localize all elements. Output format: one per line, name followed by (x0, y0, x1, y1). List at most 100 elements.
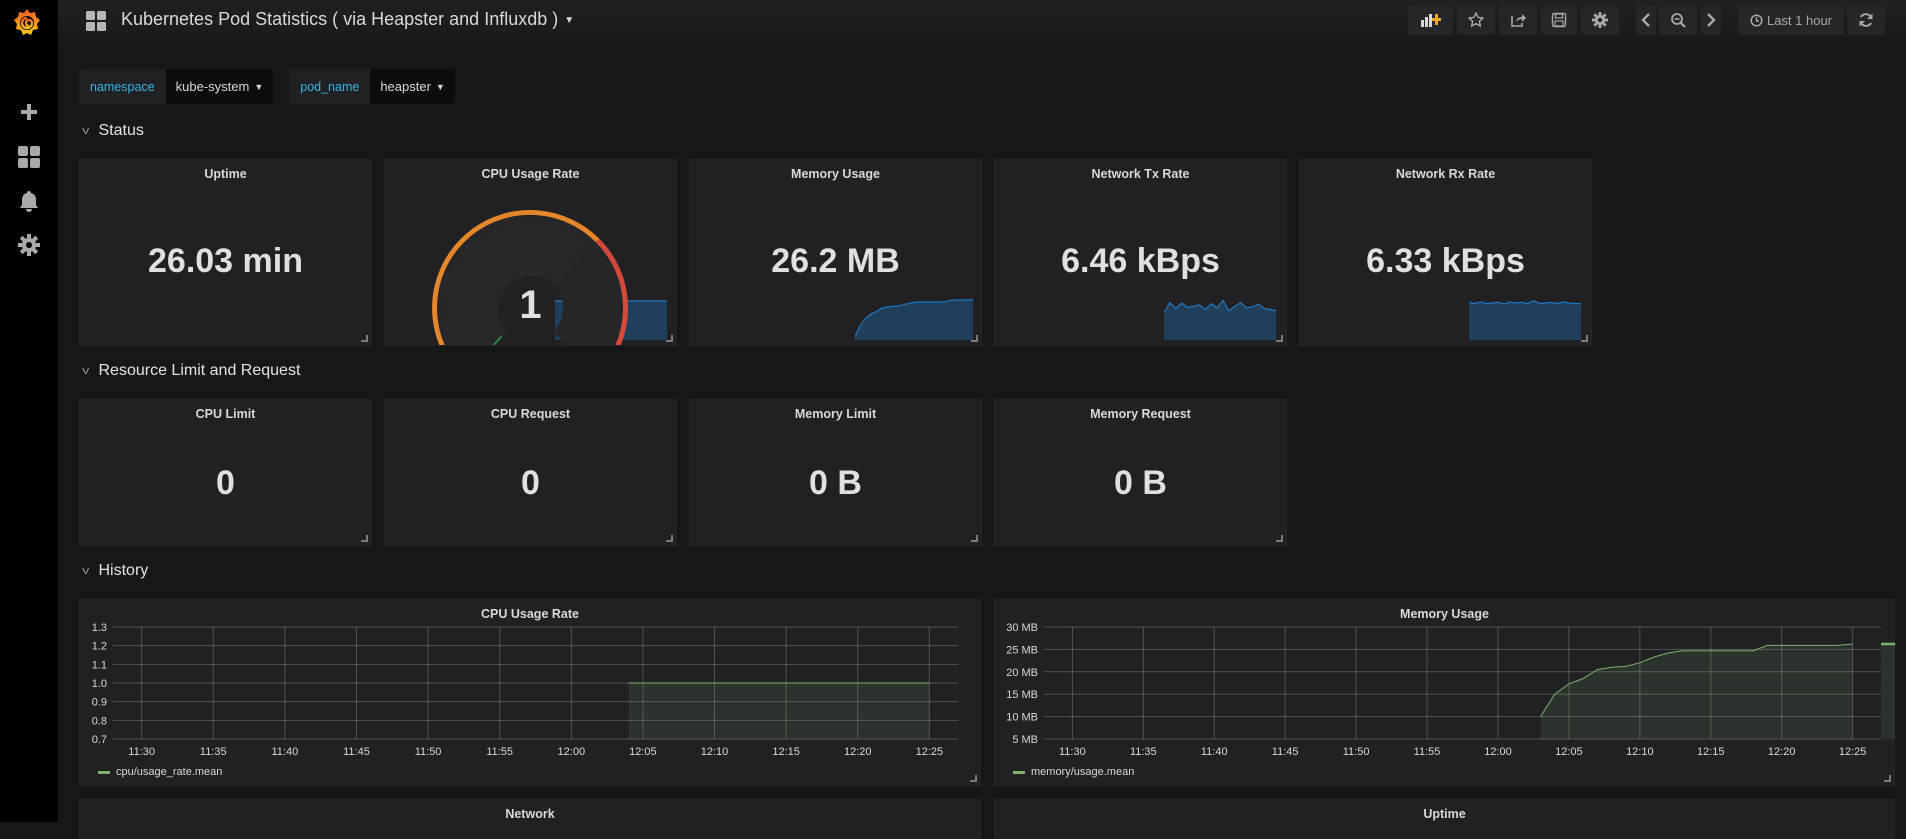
x-tick-label: 11:35 (200, 746, 227, 758)
clock-icon (1750, 14, 1763, 27)
x-tick-label: 12:15 (1697, 746, 1725, 758)
x-tick-label: 11:50 (415, 746, 442, 758)
pod-name-select[interactable]: heapster▼ (370, 69, 455, 104)
variable-label: namespace (79, 69, 166, 104)
settings-button[interactable] (1581, 5, 1619, 35)
refresh-icon (1858, 12, 1874, 28)
x-tick-label: 11:45 (1272, 746, 1299, 758)
side-menu (0, 0, 58, 822)
y-tick-label: 1.2 (92, 641, 107, 653)
stat-value: 0 B (995, 464, 1286, 503)
dashboard-grid-icon (86, 11, 106, 31)
panel-cpu-limit: CPU Limit 0 (79, 399, 372, 546)
refresh-button[interactable] (1847, 5, 1885, 35)
panel-cpu-usage-rate: CPU Usage Rate 1 (384, 159, 677, 346)
panel-title[interactable]: Memory Limit (690, 407, 981, 421)
pod-name-value: heapster (380, 79, 431, 94)
variable-namespace: namespace kube-system▼ (79, 69, 273, 104)
resize-handle[interactable] (1276, 535, 1283, 542)
resize-handle[interactable] (666, 535, 673, 542)
y-tick-label: 1.1 (92, 659, 107, 671)
time-forward-button[interactable] (1701, 5, 1721, 35)
cpu-usage-graph[interactable]: 0.70.80.91.01.11.21.311:3011:3511:4011:4… (80, 600, 982, 765)
save-button[interactable] (1541, 5, 1577, 35)
y-tick-label: 1.0 (92, 678, 107, 690)
x-tick-label: 11:55 (1414, 746, 1441, 758)
x-tick-label: 11:55 (486, 746, 513, 758)
x-tick-label: 11:45 (343, 746, 370, 758)
stat-value: 0 (80, 464, 371, 503)
add-panel-button[interactable] (1408, 5, 1453, 35)
resize-handle[interactable] (361, 335, 368, 342)
resize-handle[interactable] (666, 335, 673, 342)
resize-handle[interactable] (1276, 335, 1283, 342)
panel-title[interactable]: CPU Limit (80, 407, 371, 421)
chevron-down-icon: v (82, 565, 89, 577)
legend-item[interactable]: memory/usage.mean (1013, 766, 1134, 778)
template-variables: namespace kube-system▼ pod_name heapster… (79, 69, 455, 104)
time-picker-button[interactable]: Last 1 hour (1738, 5, 1844, 35)
dashboards-icon[interactable] (17, 145, 41, 169)
resize-handle[interactable] (361, 535, 368, 542)
y-tick-label: 25 MB (1006, 644, 1038, 656)
variable-pod-name: pod_name heapster▼ (289, 69, 455, 104)
configuration-gear-icon[interactable] (17, 233, 41, 257)
row-status[interactable]: v Status (83, 122, 144, 140)
y-tick-label: 30 MB (1006, 622, 1038, 634)
y-tick-label: 5 MB (1012, 734, 1038, 746)
x-tick-label: 11:40 (272, 746, 299, 758)
legend-swatch (98, 771, 110, 774)
panel-title[interactable]: CPU Request (385, 407, 676, 421)
y-tick-label: 0.8 (92, 715, 107, 727)
row-history[interactable]: v History (83, 562, 148, 580)
star-button[interactable] (1457, 5, 1495, 35)
namespace-select[interactable]: kube-system▼ (166, 69, 274, 104)
panel-title[interactable]: Memory Usage (690, 167, 981, 181)
share-button[interactable] (1499, 5, 1537, 35)
zoom-out-icon (1670, 12, 1686, 28)
panel-history-memory-usage: Memory Usage 5 MB10 MB15 MB20 MB25 MB30 … (994, 599, 1895, 786)
time-range-label: Last 1 hour (1767, 13, 1832, 28)
resize-handle[interactable] (970, 775, 977, 782)
x-tick-label: 12:25 (916, 746, 944, 758)
stat-value: 6.46 kBps (995, 242, 1286, 281)
row-resource-limit-request[interactable]: v Resource Limit and Request (83, 362, 300, 380)
stat-value: 6.33 kBps (1300, 242, 1591, 281)
x-tick-label: 12:10 (701, 746, 729, 758)
panel-title[interactable]: Uptime (80, 167, 371, 181)
chevron-down-icon: v (82, 365, 89, 377)
panel-history-cpu-usage-rate: CPU Usage Rate 0.70.80.91.01.11.21.311:3… (79, 599, 981, 786)
add-icon[interactable] (17, 100, 41, 124)
panel-title[interactable]: Network (80, 807, 980, 821)
tx-sparkline-area (1164, 301, 1276, 340)
y-tick-label: 0.7 (92, 734, 107, 746)
resize-handle[interactable] (971, 335, 978, 342)
legend-item[interactable]: cpu/usage_rate.mean (98, 766, 222, 778)
panel-title[interactable]: Network Tx Rate (995, 167, 1286, 181)
panel-title[interactable]: Network Rx Rate (1300, 167, 1591, 181)
memory-usage-graph[interactable]: 5 MB10 MB15 MB20 MB25 MB30 MB11:3011:351… (995, 600, 1896, 765)
y-tick-label: 1.3 (92, 622, 107, 634)
grafana-logo-icon[interactable] (10, 6, 44, 40)
panel-title[interactable]: Uptime (995, 807, 1894, 821)
resize-handle[interactable] (1884, 775, 1891, 782)
resize-handle[interactable] (971, 535, 978, 542)
share-icon (1510, 12, 1526, 28)
legend-swatch (1013, 771, 1025, 774)
dashboard-title[interactable]: Kubernetes Pod Statistics ( via Heapster… (121, 9, 574, 30)
series-area (629, 683, 930, 739)
x-tick-label: 12:00 (558, 746, 586, 758)
alerting-bell-icon[interactable] (17, 189, 41, 213)
caret-down-icon: ▼ (254, 82, 263, 92)
panel-title[interactable]: CPU Usage Rate (385, 167, 676, 181)
panel-network: Network (79, 799, 981, 839)
panel-title[interactable]: Memory Request (995, 407, 1286, 421)
legend-label: memory/usage.mean (1031, 766, 1134, 778)
dashboard-navbar: Kubernetes Pod Statistics ( via Heapster… (58, 0, 1906, 46)
resize-handle[interactable] (1581, 335, 1588, 342)
series-area (1881, 644, 1895, 739)
zoom-out-button[interactable] (1659, 5, 1697, 35)
time-back-button[interactable] (1636, 5, 1656, 35)
panel-memory-usage: Memory Usage 26.2 MB (689, 159, 982, 346)
x-tick-label: 11:30 (128, 746, 155, 758)
